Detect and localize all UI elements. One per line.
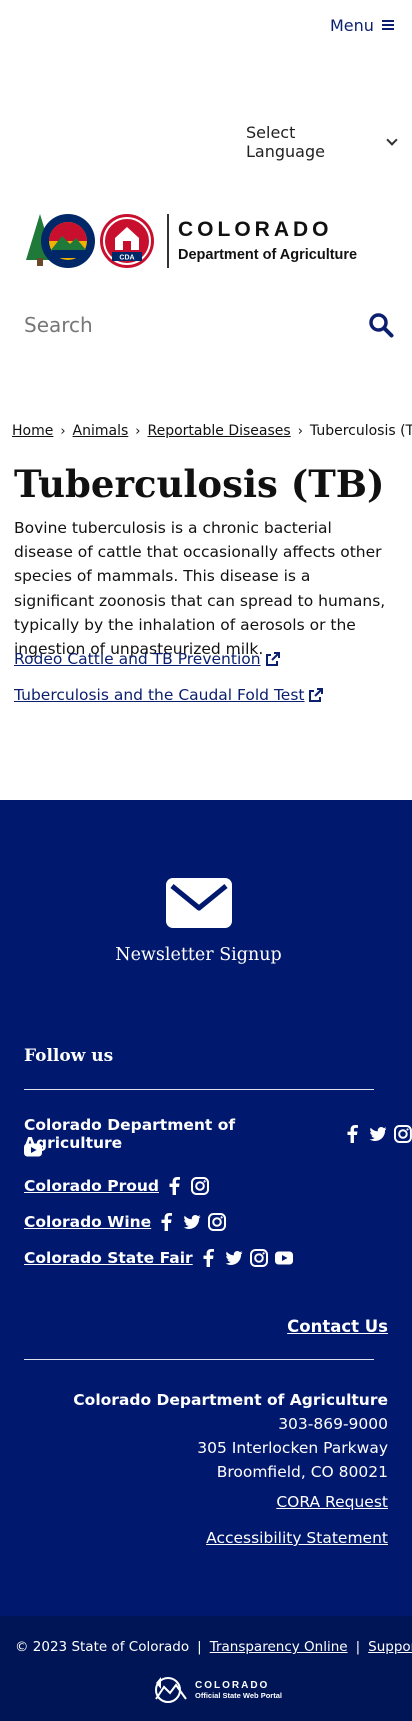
bottom-bar: [0, 1616, 412, 1721]
search-input[interactable]: [24, 313, 304, 337]
colorado-portal-logo-icon: [155, 1677, 187, 1703]
pipe-separator: |: [197, 1639, 202, 1655]
address-city: Broomfield, CO 80021: [216, 1463, 388, 1481]
facebook-icon[interactable]: [166, 1177, 184, 1195]
chevron-down-icon: [386, 134, 398, 146]
contact-us-link[interactable]: Contact Us: [287, 1317, 388, 1336]
bottom-links: © 2023 State of Colorado | Transparency …: [15, 1639, 412, 1655]
hamburger-icon: [381, 20, 394, 30]
copyright: © 2023 State of Colorado: [15, 1639, 190, 1655]
social-row-state-fair: Colorado State Fair: [24, 1249, 293, 1267]
breadcrumb-separator: ›: [135, 423, 141, 439]
language-label: Select Language: [246, 123, 325, 161]
twitter-icon[interactable]: [183, 1213, 201, 1231]
social-row-cda: Colorado Department of Agriculture: [24, 1116, 412, 1152]
youtube-icon[interactable]: [24, 1141, 42, 1159]
address-org: Colorado Department of Agriculture: [73, 1391, 388, 1409]
intro-paragraph: Bovine tuberculosis is a chronic bacteri…: [14, 519, 386, 659]
divider: [24, 1089, 374, 1090]
facebook-icon[interactable]: [158, 1213, 176, 1231]
external-link-icon: [309, 688, 324, 702]
youtube-icon[interactable]: [274, 1249, 293, 1267]
search-icon[interactable]: [368, 312, 394, 338]
social-name-cda: Colorado Department of Agriculture: [24, 1116, 236, 1152]
breadcrumb-reportable-diseases[interactable]: Reportable Diseases: [148, 423, 291, 439]
instagram-icon[interactable]: [208, 1213, 227, 1231]
caudal-fold-test-link[interactable]: Tuberculosis and the Caudal Fold Test: [14, 686, 324, 704]
address-street: 305 Interlocken Parkway: [197, 1439, 388, 1457]
logo-badge: CDA: [119, 255, 134, 262]
page-title: Tuberculosis (TB): [14, 462, 385, 506]
menu-button[interactable]: Menu: [330, 14, 400, 36]
cora-request-link[interactable]: CORA Request: [276, 1493, 388, 1511]
pipe-separator: |: [355, 1639, 361, 1655]
rodeo-cattle-link-label: Rodeo Cattle and TB Prevention: [14, 650, 261, 668]
social-row-wine: Colorado Wine: [24, 1213, 227, 1231]
breadcrumb: Home › Animals › Reportable Diseases › T…: [12, 423, 412, 439]
address-block: Colorado Department of Agriculture 303-8…: [73, 1388, 388, 1484]
social-name-wine[interactable]: Colorado Wine: [24, 1213, 151, 1231]
social-row-cda-overflow: [24, 1141, 42, 1159]
social-name-state-fair[interactable]: Colorado State Fair: [24, 1249, 193, 1267]
breadcrumb-animals[interactable]: Animals: [73, 423, 129, 439]
cda-logo[interactable]: CDA COLORADO Department of Agriculture: [24, 210, 380, 272]
menu-label: Menu: [330, 15, 374, 35]
instagram-icon[interactable]: [191, 1177, 210, 1195]
social-name-proud[interactable]: Colorado Proud: [24, 1177, 159, 1195]
instagram-icon[interactable]: [249, 1249, 268, 1267]
address-phone: 303-869-9000: [278, 1415, 388, 1433]
logo-line2: Department of Agriculture: [178, 247, 358, 263]
divider: [24, 1359, 374, 1360]
transparency-online-link[interactable]: Transparency Online: [210, 1639, 348, 1655]
facebook-icon[interactable]: [200, 1249, 218, 1267]
accessibility-statement-link[interactable]: Accessibility Statement: [206, 1529, 388, 1547]
follow-us-heading: Follow us: [24, 1046, 114, 1066]
language-select[interactable]: Select Language: [246, 123, 398, 161]
newsletter-signup-link[interactable]: Newsletter Signup: [0, 945, 397, 965]
breadcrumb-home[interactable]: Home: [12, 423, 53, 439]
breadcrumb-separator: ›: [60, 423, 66, 439]
envelope-icon[interactable]: [166, 878, 232, 928]
portal-line2: Official State Web Portal: [195, 1691, 282, 1700]
twitter-icon[interactable]: [225, 1249, 243, 1267]
support-link[interactable]: Support: [368, 1639, 412, 1655]
social-row-proud: Colorado Proud: [24, 1177, 210, 1195]
logo-line1: COLORADO: [178, 218, 333, 241]
rodeo-cattle-link[interactable]: Rodeo Cattle and TB Prevention: [14, 650, 281, 668]
twitter-icon[interactable]: [369, 1125, 387, 1143]
breadcrumb-current: Tuberculosis (TB): [309, 423, 412, 439]
instagram-icon[interactable]: [394, 1125, 412, 1143]
state-portal-logo[interactable]: COLORADO Official State Web Portal: [152, 1675, 292, 1705]
breadcrumb-separator: ›: [297, 423, 303, 439]
external-link-icon: [265, 652, 280, 666]
caudal-fold-test-link-label: Tuberculosis and the Caudal Fold Test: [14, 686, 305, 704]
portal-line1: COLORADO: [195, 1680, 270, 1691]
facebook-icon[interactable]: [344, 1125, 362, 1143]
search-bar: [24, 308, 394, 342]
